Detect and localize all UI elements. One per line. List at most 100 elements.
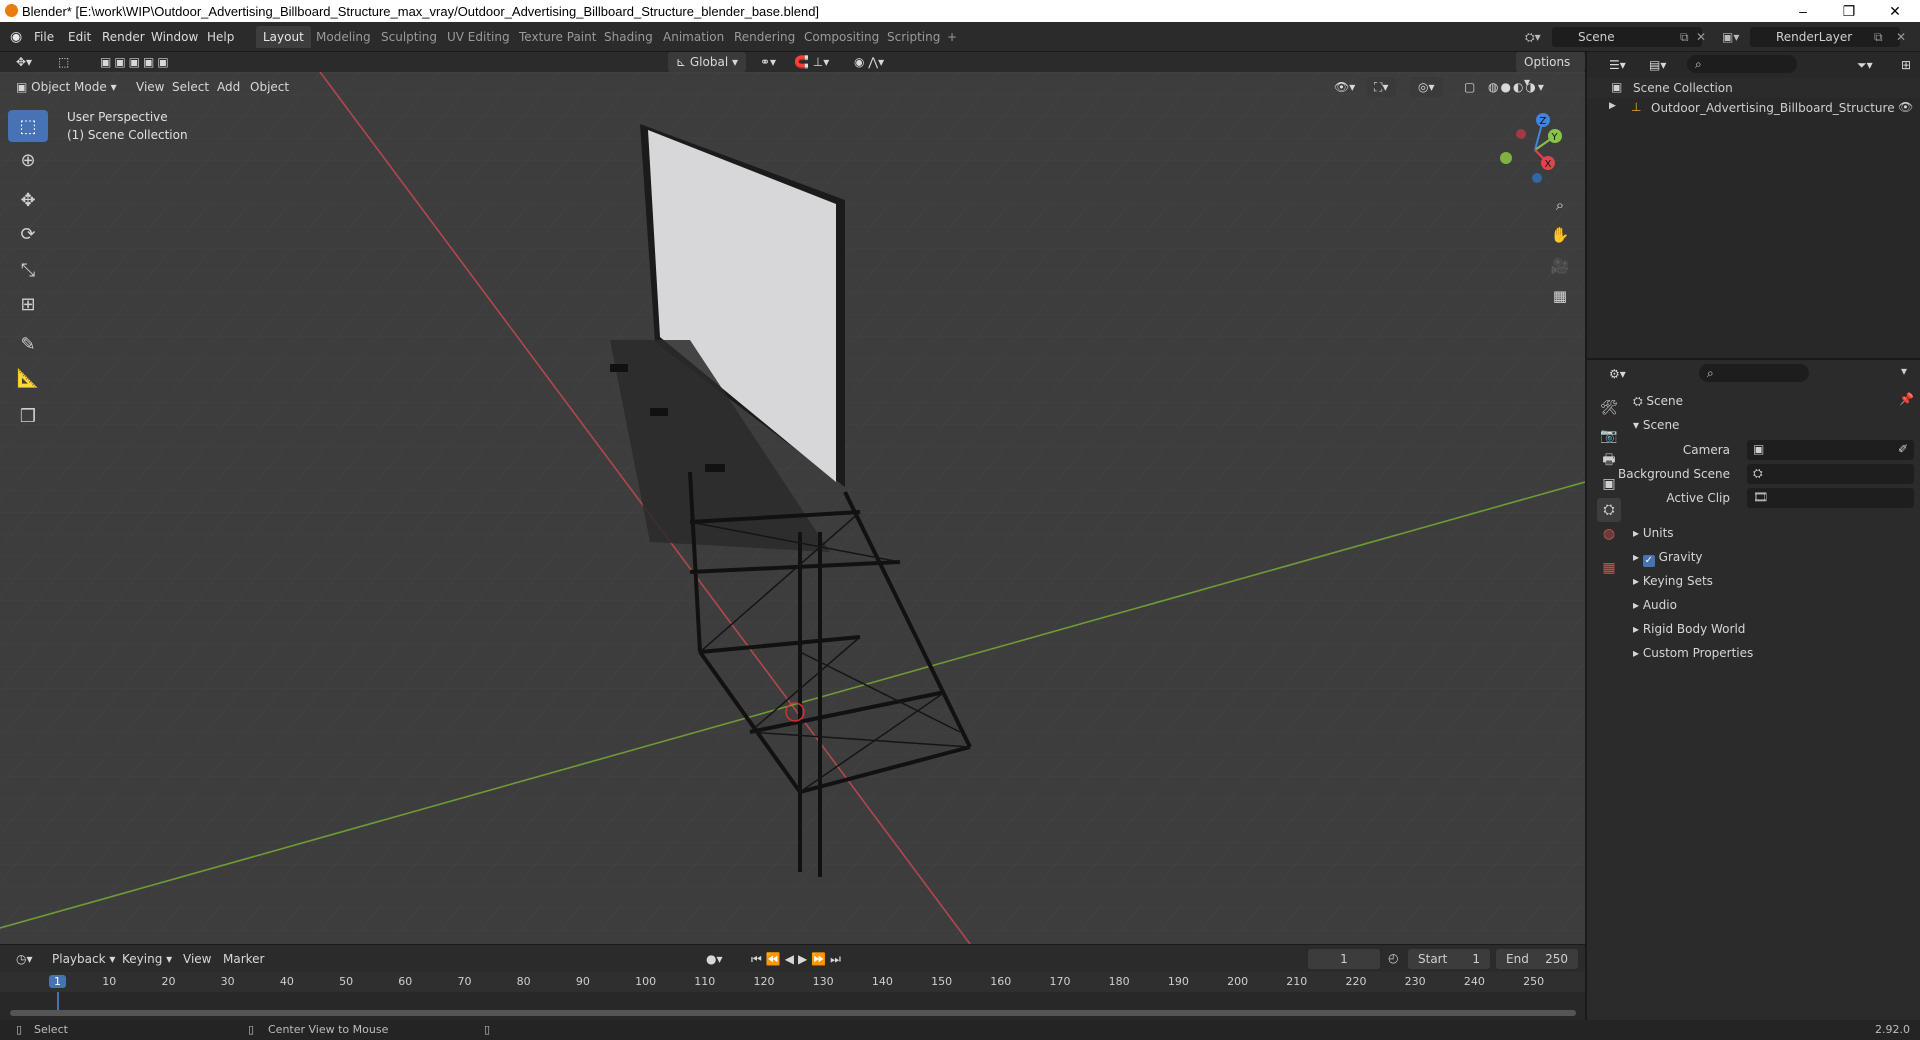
playhead-line bbox=[57, 992, 59, 1012]
tool-tab-icon[interactable]: 🛠 bbox=[1597, 396, 1621, 420]
tab-scripting[interactable]: Scripting bbox=[880, 26, 947, 48]
add-cube-tool-icon[interactable]: ❒ bbox=[8, 400, 48, 432]
gravity-checkbox[interactable]: ✓ bbox=[1642, 555, 1655, 567]
restore-button[interactable]: ❐ bbox=[1826, 0, 1872, 22]
filter-icon[interactable]: ⏷▾ bbox=[1849, 55, 1881, 75]
measure-tool-icon[interactable]: 📐 bbox=[8, 362, 48, 394]
tab-texture-paint[interactable]: Texture Paint bbox=[512, 26, 603, 48]
selection-modes-icon[interactable]: ▣▣▣▣▣ bbox=[92, 52, 180, 72]
menu-marker[interactable]: Marker bbox=[215, 949, 272, 969]
snap-icon[interactable]: 🧲 ⊥▾ bbox=[786, 52, 837, 72]
menu-keying[interactable]: Keying ▾ bbox=[114, 949, 180, 969]
editor-type-icon[interactable]: ✥▾ bbox=[8, 52, 40, 72]
properties-options-icon[interactable]: ▾ bbox=[1901, 364, 1907, 378]
outliner-search-input[interactable]: ⌕ bbox=[1687, 55, 1797, 73]
navigation-gizmo[interactable]: Y Z X bbox=[1495, 110, 1575, 190]
menu-object[interactable]: Object bbox=[242, 77, 297, 97]
minimize-button[interactable]: – bbox=[1780, 0, 1826, 22]
outliner-editor-icon[interactable]: ☰▾ bbox=[1601, 55, 1634, 75]
transform-orientation-dropdown[interactable]: ⊾ Global ▾ bbox=[668, 52, 746, 72]
scene-selector-icon[interactable]: ⛭▾ bbox=[1525, 28, 1541, 46]
annotate-tool-icon[interactable]: ✎ bbox=[8, 328, 48, 360]
menu-playback[interactable]: Playback ▾ bbox=[44, 949, 123, 969]
shading-modes-icon[interactable]: ◍●◐◑▾ bbox=[1480, 77, 1554, 97]
options-dropdown[interactable]: Options ▾ bbox=[1516, 52, 1585, 89]
visibility-eye-icon[interactable]: 👁 bbox=[1898, 100, 1913, 114]
tab-layout[interactable]: Layout bbox=[256, 26, 311, 48]
3d-viewport[interactable]: User Perspective (1) Scene Collection ⬚ … bbox=[0, 72, 1585, 944]
rigid-body-world-panel-header[interactable]: ▸ Rigid Body World bbox=[1633, 618, 1745, 640]
menu-render[interactable]: Render bbox=[102, 28, 145, 46]
gizmo-toggle-icon[interactable]: ⛶▾ bbox=[1366, 77, 1397, 97]
close-window-button[interactable]: ✕ bbox=[1872, 0, 1918, 22]
camera-view-icon[interactable]: 🎥 bbox=[1547, 253, 1573, 279]
start-frame-field[interactable]: Start 1 bbox=[1408, 949, 1490, 969]
end-frame-field[interactable]: End 250 bbox=[1496, 949, 1578, 969]
frame-tick-label: 110 bbox=[694, 975, 716, 988]
timeline-area[interactable]: 1 10 20 30 40 50 60 70 80 90 100 110 120 130 140 150 160… bbox=[0, 972, 1585, 1020]
pivot-icon[interactable]: ⚭▾ bbox=[752, 52, 784, 72]
zoom-icon[interactable]: ⌕ bbox=[1547, 192, 1573, 218]
new-viewlayer-icon[interactable]: ⧉ bbox=[1874, 28, 1883, 46]
menu-window[interactable]: Window bbox=[151, 28, 198, 46]
record-icon[interactable]: ●▾ bbox=[698, 949, 731, 969]
pin-icon[interactable]: 📌 bbox=[1899, 392, 1914, 406]
delete-scene-icon[interactable]: ✕ bbox=[1696, 28, 1706, 46]
current-frame-field[interactable]: 1 bbox=[1308, 949, 1380, 969]
tab-animation[interactable]: Animation bbox=[656, 26, 731, 48]
render-tab-icon[interactable]: 📷 bbox=[1597, 424, 1621, 448]
tab-rendering[interactable]: Rendering bbox=[727, 26, 802, 48]
scale-tool-icon[interactable]: ⤡ bbox=[8, 254, 48, 286]
units-panel-header[interactable]: ▸ Units bbox=[1633, 522, 1674, 544]
outliner-row-object[interactable]: ▶ ⊥ Outdoor_Advertising_Billboard_Struct… bbox=[1587, 98, 1920, 118]
blender-menu-icon[interactable]: ◉ bbox=[10, 28, 22, 46]
timeline-scrollbar[interactable] bbox=[10, 1010, 1576, 1016]
add-workspace-button[interactable]: + bbox=[940, 26, 964, 48]
tab-uv-editing[interactable]: UV Editing bbox=[440, 26, 517, 48]
new-scene-icon[interactable]: ⧉ bbox=[1680, 28, 1689, 46]
camera-field[interactable]: ▣ ✐ bbox=[1747, 440, 1914, 460]
properties-editor-icon[interactable]: ⚙▾ bbox=[1601, 364, 1634, 384]
playback-controls-icon[interactable]: ⏮⏪◀▶⏩⏭ bbox=[743, 949, 853, 969]
menu-file[interactable]: File bbox=[34, 28, 54, 46]
rotate-tool-icon[interactable]: ⟳ bbox=[8, 218, 48, 250]
preview-range-icon[interactable]: ◴ bbox=[1388, 951, 1398, 965]
custom-properties-panel-header[interactable]: ▸ Custom Properties bbox=[1633, 642, 1753, 664]
menu-timeline-view[interactable]: View bbox=[175, 949, 219, 969]
tab-compositing[interactable]: Compositing bbox=[797, 26, 886, 48]
world-tab-icon[interactable]: ◍ bbox=[1597, 522, 1621, 546]
keying-sets-panel-header[interactable]: ▸ Keying Sets bbox=[1633, 570, 1713, 592]
tab-modeling[interactable]: Modeling bbox=[309, 26, 378, 48]
view-layer-icon[interactable]: ▣▾ bbox=[1722, 28, 1739, 46]
properties-search-input[interactable]: ⌕ bbox=[1699, 364, 1809, 382]
pan-hand-icon[interactable]: ✋ bbox=[1547, 222, 1573, 248]
menu-edit[interactable]: Edit bbox=[68, 28, 91, 46]
transform-tool-icon[interactable]: ⊞ bbox=[8, 288, 48, 320]
timeline-editor-icon[interactable]: ◷▾ bbox=[8, 949, 41, 969]
visibility-icon[interactable]: 👁▾ bbox=[1326, 77, 1363, 97]
ortho-grid-icon[interactable]: ▦ bbox=[1547, 283, 1573, 309]
tab-sculpting[interactable]: Sculpting bbox=[374, 26, 444, 48]
expand-arrow-icon[interactable]: ▶ bbox=[1609, 101, 1616, 111]
gravity-panel-header[interactable]: ▸ ✓ Gravity bbox=[1633, 546, 1703, 568]
select-box-tool-icon[interactable]: ⬚ bbox=[8, 110, 48, 142]
scene-panel-header[interactable]: ▾ Scene bbox=[1633, 414, 1679, 436]
delete-viewlayer-icon[interactable]: ✕ bbox=[1896, 28, 1906, 46]
proportional-edit-icon[interactable]: ◉ ⋀▾ bbox=[846, 52, 892, 72]
overlay-toggle-icon[interactable]: ◎▾ bbox=[1410, 77, 1443, 97]
texture-tab-icon[interactable]: ▦ bbox=[1597, 556, 1621, 580]
move-tool-icon[interactable]: ✥ bbox=[8, 184, 48, 216]
cursor-tool-icon[interactable]: ⊕ bbox=[8, 144, 48, 176]
object-mode-dropdown[interactable]: ▣ Object Mode ▾ bbox=[8, 77, 125, 97]
new-collection-icon[interactable]: ⊞ bbox=[1893, 55, 1919, 75]
active-clip-field[interactable]: 🎞 bbox=[1747, 488, 1914, 508]
menu-help[interactable]: Help bbox=[207, 28, 234, 46]
outliner-row-root[interactable]: ▣ Scene Collection bbox=[1587, 78, 1920, 98]
display-mode-icon[interactable]: ▤▾ bbox=[1641, 55, 1674, 75]
audio-panel-header[interactable]: ▸ Audio bbox=[1633, 594, 1677, 616]
frame-ruler[interactable]: 1 10 20 30 40 50 60 70 80 90 100 110 120 130 140 150 160… bbox=[0, 972, 1585, 992]
background-scene-field[interactable]: ⛭ bbox=[1747, 464, 1914, 484]
tab-shading[interactable]: Shading bbox=[597, 26, 660, 48]
select-mode-icon[interactable]: ⬚ bbox=[50, 52, 77, 72]
scene-tab-icon[interactable]: ⛭ bbox=[1597, 498, 1621, 522]
